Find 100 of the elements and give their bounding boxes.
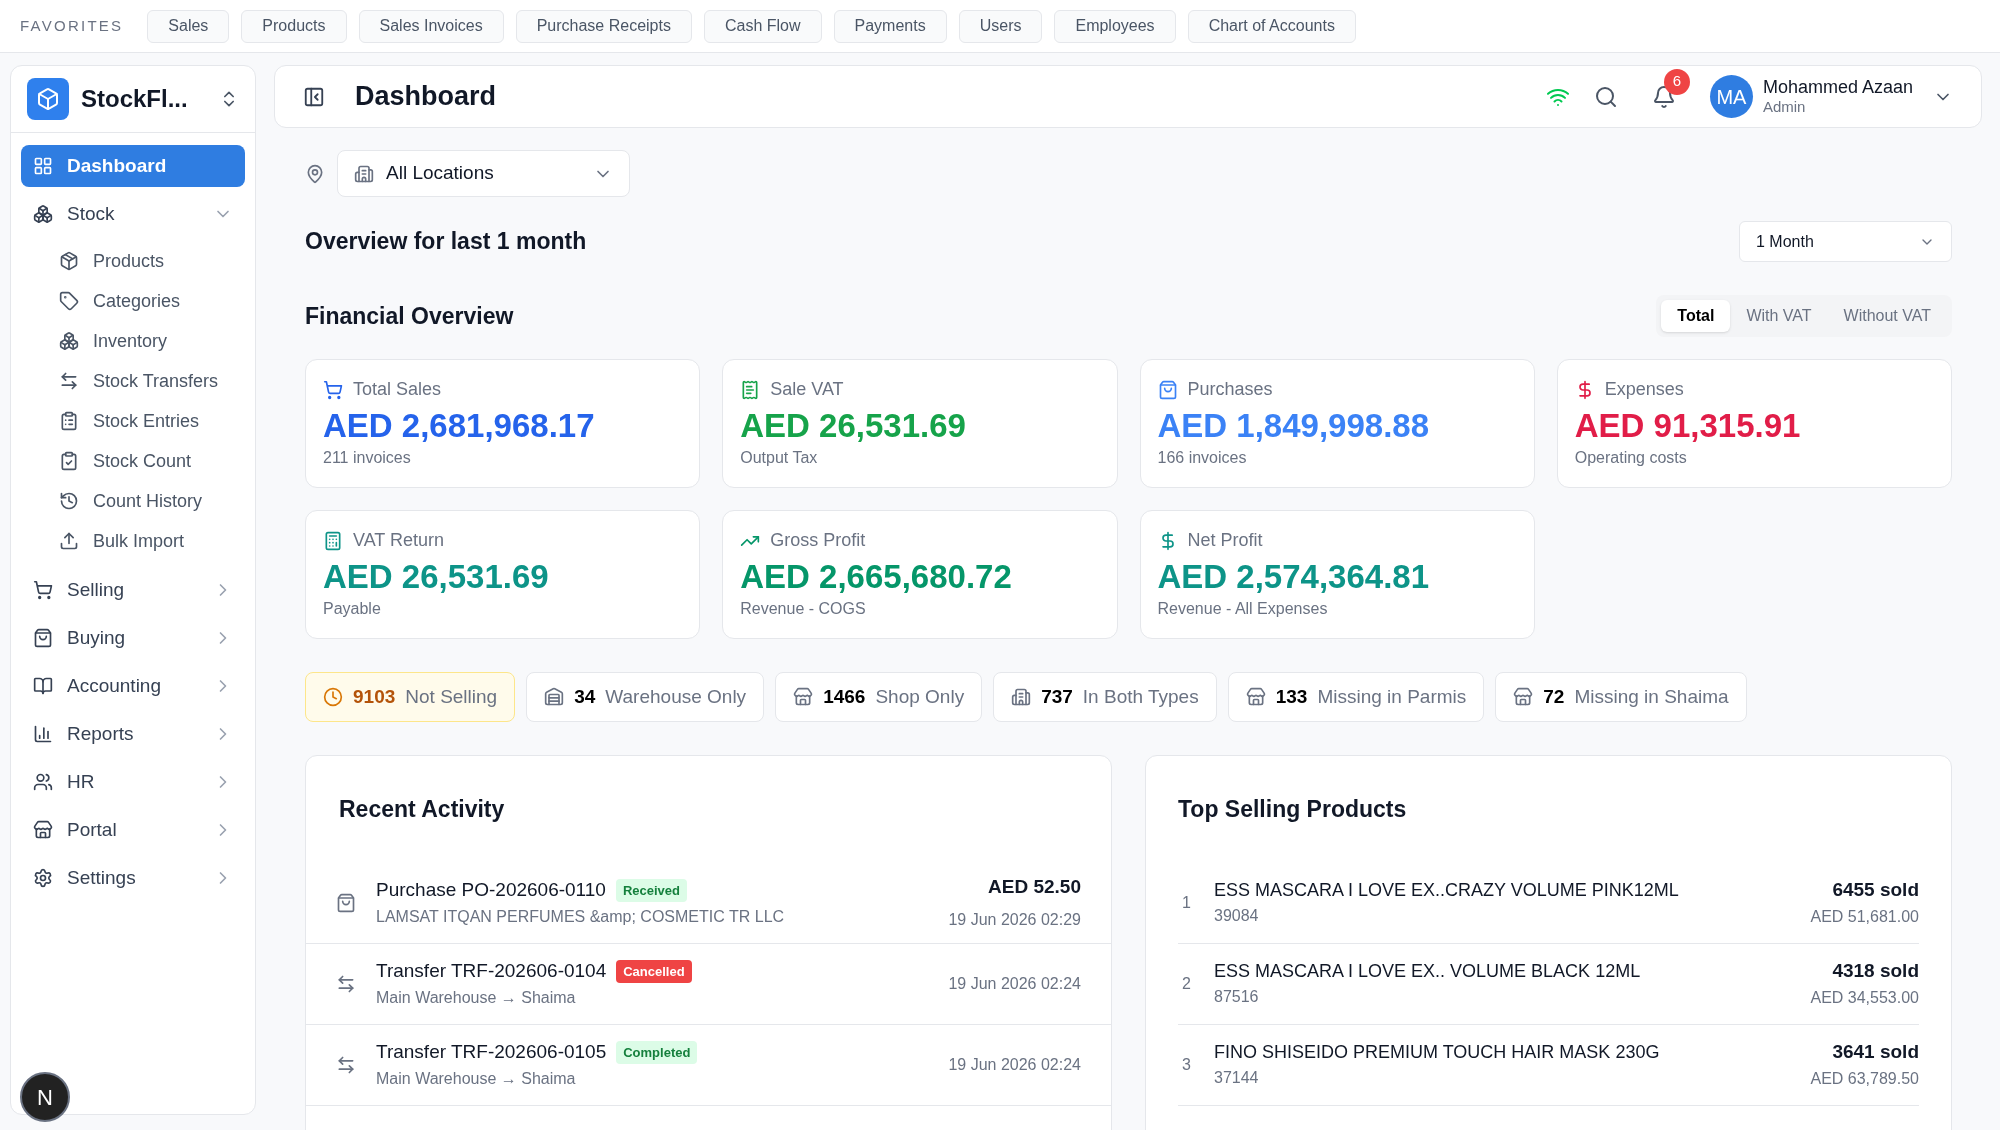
clipboard-icon	[59, 411, 79, 431]
bag-icon	[33, 628, 53, 648]
sidebar-subitem[interactable]: Stock Transfers	[59, 361, 245, 401]
sidebar-item[interactable]: Selling	[21, 569, 245, 611]
sidebar-subitem[interactable]: Count History	[59, 481, 245, 521]
count-value: 34	[574, 684, 596, 709]
stat-label: Total Sales	[353, 378, 442, 401]
upload-icon	[59, 531, 79, 551]
activity-time: 19 Jun 2026 02:24	[948, 973, 1081, 994]
activity-subtitle: LAMSAT ITQAN PERFUMES &amp; COSMETIC TR LLC	[376, 906, 786, 927]
user-name: Mohammed Azaan	[1762, 75, 1913, 99]
stat-value: AED 1,849,998.88	[1157, 406, 1431, 446]
app-logo-icon	[27, 78, 69, 120]
count-label: Missing in Shaima	[1574, 684, 1729, 709]
stat-note: 166 invoices	[1157, 448, 1248, 469]
activity-title: Transfer TRF-202606-0104	[376, 959, 607, 984]
sidebar-item[interactable]: Buying	[21, 617, 245, 659]
status-tag: Cancelled	[616, 959, 692, 984]
product-row[interactable]: 3 FINO SHISEIDO PREMIUM TOUCH HAIR MASK 230G 37144 3641 sold AED 63,789.50	[1178, 1024, 1919, 1106]
vat-tab[interactable]: Total	[1661, 300, 1731, 332]
product-code: 87516	[1214, 987, 1260, 1007]
favorite-chip[interactable]: Sales	[147, 9, 230, 43]
activity-row[interactable]: Purchase PO-202606-0110 Received LAMSAT ITQAN PERFUMES &amp; COSMETIC TR LLC AED 52.50 19 Jun 2026 02:29	[306, 862, 1111, 944]
favorite-chip[interactable]: Payments	[833, 9, 947, 43]
sidebar-subitem[interactable]: Inventory	[59, 321, 245, 361]
favorite-chip[interactable]: Users	[958, 9, 1043, 43]
sold-count: 4318 sold	[1832, 959, 1919, 984]
stock-count-chip[interactable]: 34 Warehouse Only	[526, 672, 765, 722]
favorite-chip[interactable]: Purchase Receipts	[515, 9, 692, 43]
stat-note: Payable	[323, 599, 382, 620]
stock-count-chip[interactable]: 9103 Not Selling	[305, 672, 516, 722]
notifications-icon[interactable]	[1651, 84, 1676, 109]
favorite-chip[interactable]: Products	[241, 9, 347, 43]
vat-tab[interactable]: With VAT	[1730, 300, 1828, 332]
sidebar-item[interactable]: HR	[21, 761, 245, 803]
arrows-icon	[336, 973, 356, 994]
sidebar-item[interactable]: Accounting	[21, 665, 245, 707]
stat-value: AED 26,531.69	[323, 557, 550, 597]
stat-value: AED 2,665,680.72	[740, 557, 1013, 597]
sidebar-item[interactable]: Portal	[21, 809, 245, 851]
favorites-label: FAVORITES	[20, 15, 124, 36]
stat-value: AED 26,531.69	[740, 406, 967, 446]
stat-label: Sale VAT	[770, 378, 844, 401]
sold-amount: AED 51,681.00	[1810, 906, 1919, 927]
sidebar-item[interactable]: Stock	[21, 193, 245, 235]
activity-subtitle: Main Warehouse → Shaima	[376, 1068, 577, 1089]
panel-title: Recent Activity	[338, 795, 506, 824]
sidebar-toggle-icon[interactable]	[303, 85, 325, 108]
product-row[interactable]: 1 ESS MASCARA I LOVE EX..CRAZY VOLUME PINK12ML 39084 6455 sold AED 51,681.00	[1178, 862, 1919, 944]
location-select[interactable]: All Locations	[337, 150, 630, 197]
activity-row[interactable]: Transfer TRF-202606-0104 Cancelled Main Warehouse → Shaima 19 Jun 2026 02:24	[306, 943, 1111, 1025]
sidebar-subitem[interactable]: Stock Count	[59, 441, 245, 481]
sidebar-subitem[interactable]: Products	[59, 241, 245, 281]
activity-subtitle: Main Warehouse → Shaima	[376, 987, 577, 1008]
stat-note: Output Tax	[740, 448, 819, 469]
product-rank: 1	[1182, 892, 1192, 913]
product-name: ESS MASCARA I LOVE EX.. VOLUME BLACK 12ML	[1214, 960, 1642, 983]
product-row[interactable]: 2 ESS MASCARA I LOVE EX.. VOLUME BLACK 12ML 87516 4318 sold AED 34,553.00	[1178, 943, 1919, 1025]
stock-count-chip[interactable]: 72 Missing in Shaima	[1495, 672, 1747, 722]
stat-value: AED 91,315.91	[1574, 406, 1802, 446]
product-code: 39084	[1214, 906, 1260, 926]
sidebar-item[interactable]: Dashboard	[21, 145, 245, 187]
history-icon	[59, 491, 79, 511]
sidebar-subitem[interactable]: Categories	[59, 281, 245, 321]
vat-tab[interactable]: Without VAT	[1827, 300, 1947, 332]
sidebar-subitem[interactable]: Stock Entries	[59, 401, 245, 441]
stock-count-chip[interactable]: 737 In Both Types	[993, 672, 1217, 722]
store-icon	[33, 820, 53, 840]
notification-badge: 6	[1663, 68, 1690, 95]
activity-title: Purchase PO-202606-0110	[376, 878, 606, 903]
count-label: In Both Types	[1082, 684, 1199, 709]
sidebar-item[interactable]: Reports	[21, 713, 245, 755]
cart-icon	[33, 580, 53, 600]
favorite-chip[interactable]: Sales Invoices	[358, 9, 504, 43]
store-icon	[793, 687, 814, 707]
activity-row[interactable]: Transfer TRF-202606-0105 Completed Main Warehouse → Shaima 19 Jun 2026 02:24	[306, 1024, 1111, 1106]
count-value: 1466	[823, 684, 866, 709]
favorite-chip[interactable]: Cash Flow	[703, 9, 822, 43]
period-select[interactable]: 1 Month	[1739, 221, 1952, 262]
clock-icon	[323, 687, 343, 707]
count-label: Warehouse Only	[605, 684, 747, 709]
financial-title: Financial Overview	[305, 301, 514, 331]
stock-count-chip[interactable]: 1466 Shop Only	[775, 672, 983, 722]
favorite-chip[interactable]: Employees	[1054, 9, 1176, 43]
search-icon[interactable]	[1593, 84, 1618, 109]
favorite-chip[interactable]: Chart of Accounts	[1187, 9, 1356, 43]
bag-icon	[336, 892, 356, 913]
product-rank: 3	[1182, 1054, 1192, 1075]
store-icon	[1245, 687, 1266, 707]
sidebar-item[interactable]: Settings	[21, 857, 245, 899]
arrows-icon	[336, 1054, 356, 1075]
sidebar-subitem[interactable]: Bulk Import	[59, 521, 245, 561]
settings-icon	[33, 868, 53, 888]
activity-title: Transfer TRF-202606-0105	[376, 1040, 607, 1065]
stock-count-chip[interactable]: 133 Missing in Parmis	[1227, 672, 1485, 722]
activity-amount: AED 52.50	[988, 875, 1081, 900]
warehouse-icon	[544, 687, 565, 707]
arrows-icon	[59, 371, 79, 391]
sold-count: 3641 sold	[1832, 1040, 1919, 1065]
building-icon	[354, 163, 374, 184]
